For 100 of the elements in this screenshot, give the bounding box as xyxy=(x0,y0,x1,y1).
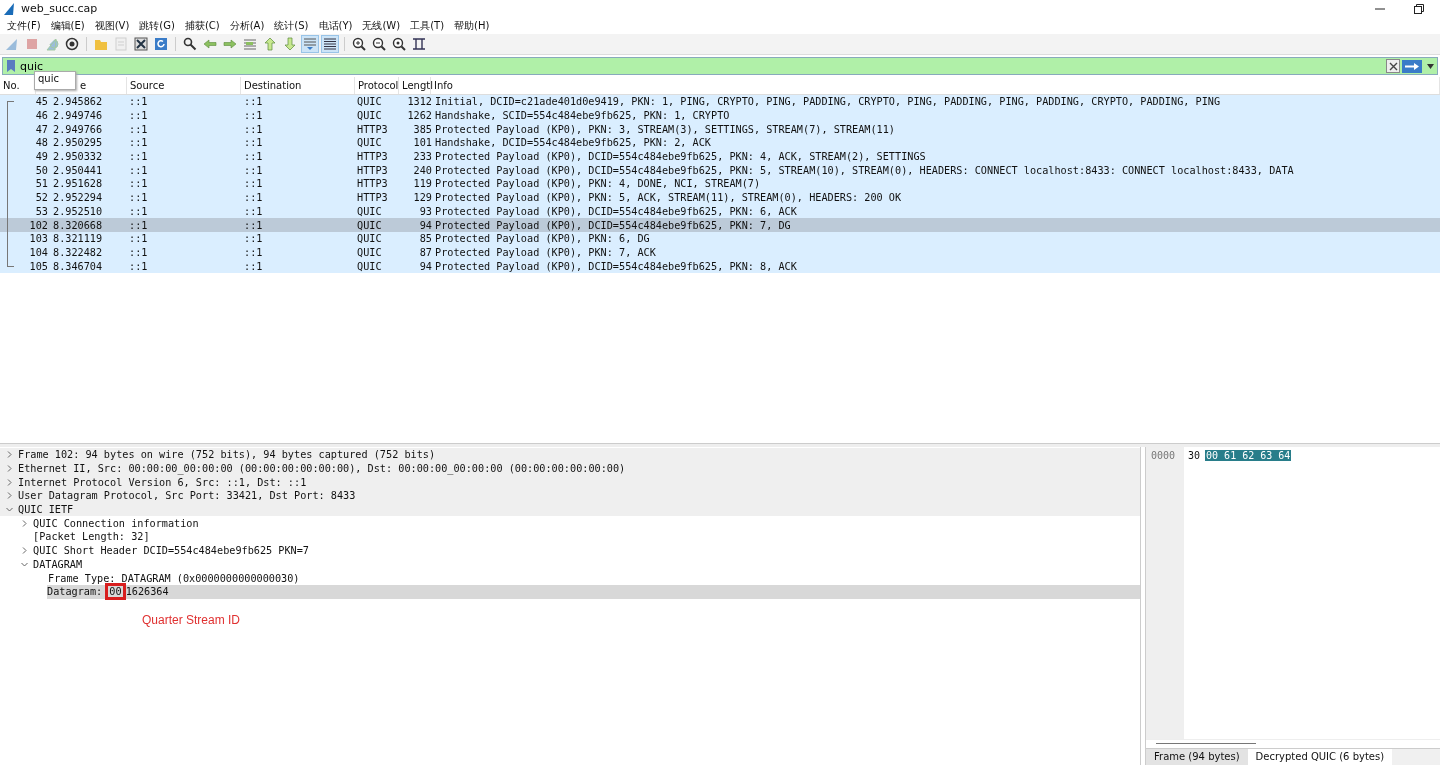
bookmark-icon[interactable] xyxy=(7,60,15,72)
column-header[interactable]: Lengtl xyxy=(399,77,431,94)
table-cell-text: ::1 xyxy=(243,96,264,108)
table-cell-text: 233 xyxy=(412,151,432,163)
table-cell-text: 105 xyxy=(28,260,48,272)
table-cell-text: 101 xyxy=(412,137,432,149)
packet-row[interactable]: 105 8.346704 ::1 ::1 QUIC 94 Protected Payload (KP0), DCID=554c484ebe9fb625, PKN: 8, ACK xyxy=(0,259,1440,273)
packet-row[interactable]: 48 2.950295 ::1 ::1 QUIC 101 Handshake, DCID=554c484ebe9fb625, PKN: 2, ACK xyxy=(0,136,1440,150)
table-cell-text: 2.951628 xyxy=(52,178,104,190)
table-cell-text: ::1 xyxy=(243,164,264,176)
tab[interactable]: Frame (94 bytes) xyxy=(1146,749,1248,765)
collapsed-caret-icon[interactable] xyxy=(21,547,28,555)
packet-row[interactable]: 45 2.945862 ::1 ::1 QUIC 1312 Initial, DCID=c21ade401d0e9419, PKN: 1, PING, CRYPTO, PING, PADDING, CRYPTO, PING, PADDING, PING, PADDING, CRYPTO, PADDING, PING xyxy=(0,95,1440,109)
table-cell-text: QUIC xyxy=(356,96,383,108)
table-cell-text: 104 xyxy=(28,246,48,258)
tree-row[interactable]: [Packet Length: 32] xyxy=(0,530,1140,544)
zoom-out-icon[interactable] xyxy=(370,35,388,53)
table-cell-text: ::1 xyxy=(128,123,149,135)
menu-item[interactable]: 视图(V) xyxy=(89,18,135,33)
table-cell-text: 94 xyxy=(418,260,432,272)
menu-item[interactable]: 无线(W) xyxy=(357,18,406,33)
table-cell-text: 1312 xyxy=(406,96,432,108)
table-cell-text: HTTP3 xyxy=(356,164,389,176)
tree-item-text: Frame 102: 94 bytes on wire (752 bits), 94 bytes captured (752 bits) xyxy=(18,449,436,461)
table-cell-text: 2.949766 xyxy=(52,123,104,135)
table-cell-text: QUIC xyxy=(356,219,383,231)
tab[interactable]: Decrypted QUIC (6 bytes) xyxy=(1247,749,1393,765)
dropdown-caret-icon[interactable] xyxy=(1425,63,1435,69)
table-cell-text: 94 xyxy=(418,219,432,231)
table-cell-text: ::1 xyxy=(128,246,149,258)
tree-row[interactable]: Frame Type: DATAGRAM (0x0000000000000030) xyxy=(0,571,1140,585)
column-header[interactable]: Protocol xyxy=(355,77,399,94)
table-cell-text: 93 xyxy=(418,205,432,217)
search-icon[interactable] xyxy=(181,35,199,53)
column-header[interactable]: e xyxy=(79,77,127,94)
menu-item[interactable]: 捕获(C) xyxy=(179,18,225,33)
collapsed-caret-icon[interactable] xyxy=(21,519,28,527)
tree-row[interactable]: Datagram: 00 1626364 xyxy=(47,584,1140,599)
highlighted-bytes: 00 61 62 63 64 xyxy=(1205,450,1292,461)
table-cell-text: Protected Payload (KP0), DCID=554c484ebe9fb625, PKN: 8, ACK xyxy=(434,260,797,272)
table-cell-text: QUIC xyxy=(356,233,383,245)
tree-item-text: QUIC Connection information xyxy=(33,517,199,529)
tree-item-text: DATAGRAM xyxy=(33,558,83,570)
column-header[interactable]: Destination xyxy=(241,77,355,94)
table-cell-text: 8.321119 xyxy=(52,233,104,245)
restore-icon[interactable] xyxy=(1414,3,1424,14)
table-cell-text: 46 xyxy=(34,110,48,122)
expanded-caret-icon[interactable] xyxy=(6,506,13,514)
close-file-icon[interactable] xyxy=(132,35,150,53)
packet-row[interactable]: 102 8.320668 ::1 ::1 QUIC 94 Protected Payload (KP0), DCID=554c484ebe9fb625, PKN: 7, DG xyxy=(0,218,1440,232)
tree-row[interactable]: QUIC Connection information xyxy=(0,516,1140,531)
hex-bytes: 30 xyxy=(1188,450,1201,461)
tree-row[interactable]: Frame 102: 94 bytes on wire (752 bits), 94 bytes captured (752 bits) xyxy=(0,448,1140,462)
packet-row[interactable]: 51 2.951628 ::1 ::1 HTTP3 119 Protected Payload (KP0), PKN: 4, DONE, NCI, STREAM(7) xyxy=(0,177,1440,191)
columns-icon[interactable] xyxy=(410,35,428,53)
tree-row[interactable]: Internet Protocol Version 6, Src: ::1, Dst: ::1 xyxy=(0,475,1140,490)
table-cell-text: HTTP3 xyxy=(356,178,389,190)
table-cell-text: ::1 xyxy=(128,110,149,122)
tree-item-value: 1626364 xyxy=(125,586,169,598)
table-cell-text: Initial, DCID=c21ade401d0e9419, PKN: 1, PING, CRYPTO, PING, PADDING, CRYPTO, PING, PADDING, PING, PADDING, CRYPTO, PADDING, PING xyxy=(434,96,1221,108)
packet-row[interactable]: 47 2.949766 ::1 ::1 HTTP3 385 Protected Payload (KP0), PKN: 3, STREAM(3), SETTINGS, STREAM(7), STREAM(11) xyxy=(0,122,1440,137)
table-cell-text: 8.322482 xyxy=(52,246,104,258)
table-cell-text: 119 xyxy=(412,178,432,190)
window-title: web_succ.cap xyxy=(21,2,98,15)
table-cell-text: HTTP3 xyxy=(356,192,389,204)
table-cell-text: Protected Payload (KP0), DCID=554c484ebe9fb625, PKN: 5, STREAM(10), STREAM(0), HEADERS: CONNECT localhost:8433: CONNECT localhost:8433, DATA xyxy=(434,164,1294,176)
table-cell-text: ::1 xyxy=(243,110,264,122)
apply-arrow-icon[interactable] xyxy=(1402,59,1422,73)
tree-row[interactable]: User Datagram Protocol, Src Port: 33421, Dst Port: 8433 xyxy=(0,489,1140,503)
table-cell-text: 52 xyxy=(34,192,48,204)
column-header[interactable]: Info xyxy=(431,77,1440,94)
tree-row[interactable]: QUIC Short Header DCID=554c484ebe9fb625 PKN=7 xyxy=(0,543,1140,558)
menu-item[interactable]: 文件(F) xyxy=(2,18,46,33)
expanded-caret-icon[interactable] xyxy=(21,560,28,568)
menu-item[interactable]: 分析(A) xyxy=(224,18,270,33)
menu-item[interactable]: 编辑(E) xyxy=(45,18,90,33)
menu-item[interactable]: 电话(Y) xyxy=(313,18,358,33)
reload-icon[interactable] xyxy=(152,35,170,53)
tree-row[interactable]: DATAGRAM xyxy=(0,557,1140,572)
tree-item-text: Frame Type: DATAGRAM (0x0000000000000030) xyxy=(48,572,300,584)
zoom-in-icon[interactable] xyxy=(350,35,368,53)
zoom-reset-icon[interactable] xyxy=(390,35,408,53)
column-header[interactable]: Source xyxy=(127,77,241,94)
table-cell-text: ::1 xyxy=(243,205,264,217)
table-cell-text: ::1 xyxy=(128,219,149,231)
autocomplete-popup[interactable]: quic xyxy=(34,71,76,90)
table-cell-text: Protected Payload (KP0), PKN: 5, ACK, STREAM(11), STREAM(0), HEADERS: 200 OK xyxy=(434,192,902,204)
menu-item[interactable]: 跳转(G) xyxy=(134,18,180,33)
lines-icon[interactable] xyxy=(321,35,339,53)
table-cell-text: Protected Payload (KP0), PKN: 4, DONE, NCI, STREAM(7) xyxy=(434,178,761,190)
column-header[interactable]: No. xyxy=(0,77,36,94)
table-cell-text: ::1 xyxy=(243,137,264,149)
clear-icon[interactable] xyxy=(1386,59,1400,73)
menu-item[interactable]: 统计(S) xyxy=(269,18,314,33)
packet-row[interactable]: 50 2.950441 ::1 ::1 HTTP3 240 Protected Payload (KP0), DCID=554c484ebe9fb625, PKN: 5, STREAM(10), STREAM(0), HEADERS: CONNECT localhost:8433: CONNECT localhost:8433, DATA xyxy=(0,163,1440,178)
table-cell-text: 102 xyxy=(28,219,48,231)
table-cell-text: 2.949746 xyxy=(52,110,104,122)
table-cell-text: ::1 xyxy=(128,260,149,272)
menu-item[interactable]: 工具(T) xyxy=(405,18,450,33)
menu-item[interactable]: 帮助(H) xyxy=(449,18,495,33)
